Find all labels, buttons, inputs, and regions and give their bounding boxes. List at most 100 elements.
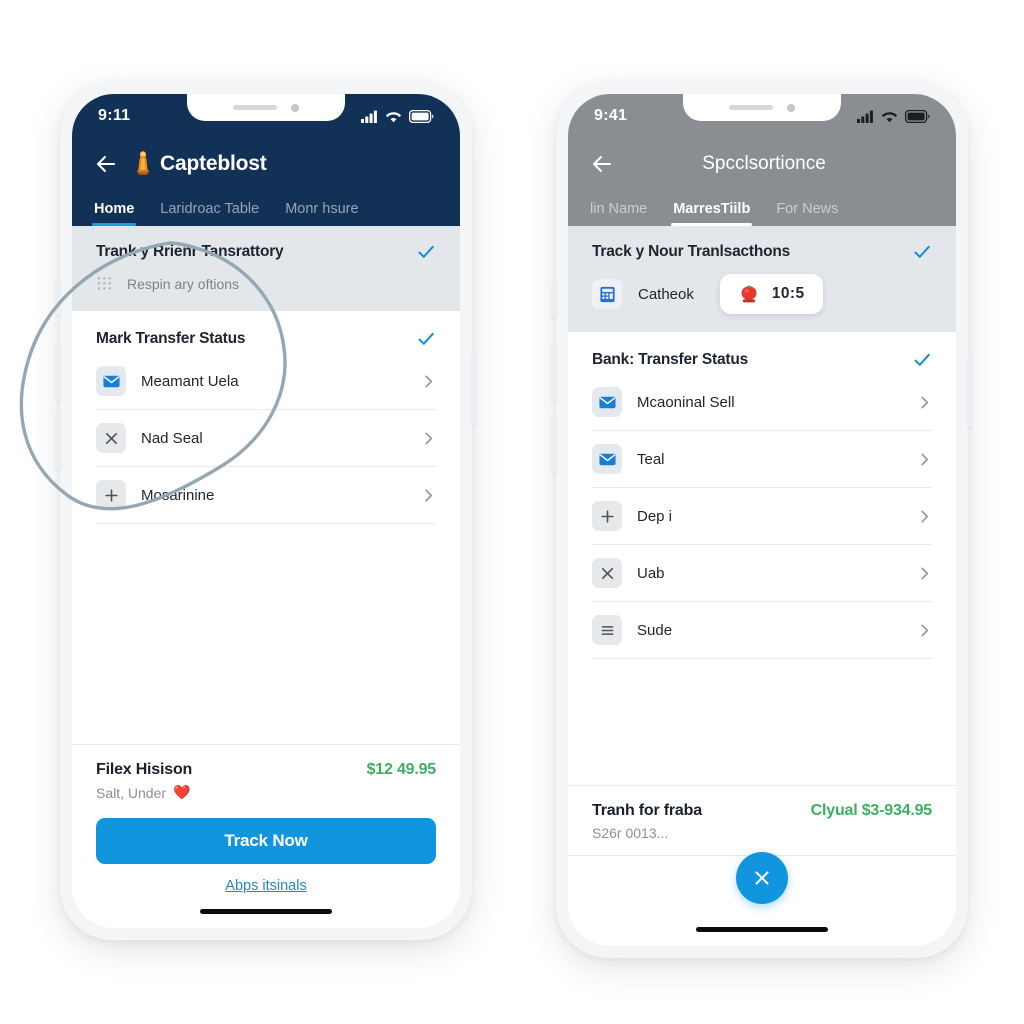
phone-mockup-right: 9:41 Spcclsortionce lin Name MarresTiilb… — [551, 82, 973, 958]
status-icons — [361, 109, 434, 123]
wifi-icon — [385, 111, 402, 122]
list-section-right: Bank: Transfer Status Mcaoninal Sell Tea… — [568, 332, 956, 785]
list-item-label: Dep i — [637, 507, 673, 525]
phone-right-power-button[interactable] — [967, 354, 973, 428]
chevron-right-icon — [921, 567, 929, 579]
close-x-icon — [755, 871, 769, 885]
list-item-label: Uab — [637, 564, 665, 582]
list-header-left: Mark Transfer Status — [96, 329, 436, 349]
list-item[interactable]: Dep i — [592, 488, 932, 545]
back-arrow-icon[interactable] — [94, 152, 118, 176]
list-title: Bank: Transfer Status — [592, 351, 749, 368]
plus-icon — [96, 480, 126, 510]
highlight-title: Trank y Rrienr Tansrattory — [96, 243, 284, 260]
home-indicator-left[interactable] — [72, 894, 460, 928]
footer-name: Filex Hisison — [96, 761, 193, 778]
footer-right: Tranh for fraba Clyual $3-934.95 S26r 00… — [568, 785, 956, 855]
highlight-subrow[interactable]: Respin ary oftions — [96, 275, 436, 293]
battery-icon — [409, 109, 434, 123]
back-arrow-icon[interactable] — [590, 152, 614, 176]
highlight-title: Track y Nour Tranlsacthons — [592, 243, 791, 260]
check-icon — [914, 245, 930, 258]
statue-logo-icon — [137, 151, 149, 175]
home-indicator-right[interactable] — [568, 912, 956, 946]
phone-right-screen: 9:41 Spcclsortionce lin Name MarresTiilb… — [568, 94, 956, 946]
tomato-timer-icon — [741, 285, 757, 303]
page-title: Spcclsortionce — [702, 153, 826, 174]
timer-value: 10:5 — [771, 285, 805, 302]
status-bar-left: 9:11 — [72, 94, 460, 138]
list-item[interactable]: Teal — [592, 431, 932, 488]
phone-right-volume-down-button[interactable] — [551, 414, 557, 472]
tab-for-news[interactable]: For News — [776, 201, 838, 226]
fab-container — [568, 852, 956, 912]
tab-laridroac-table[interactable]: Laridroac Table — [160, 201, 259, 226]
wifi-icon — [881, 111, 898, 122]
track-now-button[interactable]: Track Now — [96, 818, 436, 864]
tab-lin-name[interactable]: lin Name — [590, 201, 647, 226]
chevron-right-icon — [921, 624, 929, 636]
phone-left-volume-up-button[interactable] — [55, 342, 61, 400]
tab-bar-left: Home Laridroac Table Monr hsure — [72, 186, 460, 226]
mail-icon — [96, 366, 126, 396]
list-item-label: Mcaoninal Sell — [637, 393, 735, 411]
list-item[interactable]: Sude — [592, 602, 932, 659]
tab-marres-tiilb[interactable]: MarresTiilb — [671, 201, 753, 226]
highlight-sub-label: Respin ary oftions — [127, 276, 240, 292]
highlight-section-right: Track y Nour Tranlsacthons Catheok 10:5 — [568, 226, 956, 332]
tab-home[interactable]: Home — [91, 201, 137, 226]
app-bar-left: Capteblost — [72, 138, 460, 186]
timer-pill[interactable]: 10:5 — [719, 274, 823, 314]
chevron-right-icon — [425, 432, 433, 444]
phone-left-screen: 9:11 Capteblost Home Laridroac Table Mon… — [72, 94, 460, 928]
status-icons — [857, 109, 930, 123]
list-item[interactable]: Mcaoninal Sell — [592, 374, 932, 431]
speaker-grille — [233, 105, 277, 110]
phone-left-mute-button[interactable] — [55, 282, 61, 316]
status-clock: 9:41 — [594, 107, 628, 124]
list-item[interactable]: Uab — [592, 545, 932, 602]
cellular-signal-icon — [857, 110, 873, 123]
app-bar-right: Spcclsortionce — [568, 138, 956, 186]
close-fab-button[interactable] — [736, 852, 788, 904]
battery-icon — [905, 109, 930, 123]
list-item-label: Teal — [637, 450, 665, 468]
check-icon — [418, 332, 434, 345]
footer-sub-label: Salt, Under — [96, 784, 167, 801]
list-item-label: Sude — [637, 621, 673, 639]
front-camera-icon — [291, 103, 299, 112]
chevron-right-icon — [921, 510, 929, 522]
phone-right-volume-up-button[interactable] — [551, 344, 557, 402]
grid-dots-icon — [97, 277, 112, 290]
list-item[interactable]: Mosarinine — [96, 467, 436, 524]
speaker-grille — [729, 105, 773, 110]
footer-headline: Filex Hisison $12 49.95 — [96, 761, 436, 779]
status-bar-right: 9:41 — [568, 94, 956, 138]
chevron-right-icon — [921, 396, 929, 408]
heart-icon: ❤️ — [173, 784, 191, 800]
close-x-icon — [96, 423, 126, 453]
menu-lines-icon — [592, 615, 622, 645]
highlight-card-row[interactable]: Catheok 10:5 — [592, 274, 932, 314]
footer-price: Clyual $3-934.95 — [810, 802, 933, 819]
list-header-right: Bank: Transfer Status — [592, 350, 932, 370]
close-x-icon — [592, 558, 622, 588]
tab-bar-right: lin Name MarresTiilb For News — [568, 186, 956, 226]
apps-itsinals-link[interactable]: Abps itsinals — [96, 878, 436, 894]
list-item[interactable]: Nad Seal — [96, 410, 436, 467]
calculator-icon — [592, 279, 622, 309]
phone-left-power-button[interactable] — [471, 352, 477, 426]
footer-sub-label: S26r 0013... — [592, 825, 669, 841]
tab-monr-hsure[interactable]: Monr hsure — [285, 201, 358, 226]
footer-subtitle: Salt, Under ❤️ — [96, 784, 436, 801]
plus-icon — [592, 501, 622, 531]
phone-right-mute-button[interactable] — [551, 284, 557, 318]
phone-mockup-left: 9:11 Capteblost Home Laridroac Table Mon… — [55, 82, 477, 940]
chevron-right-icon — [425, 375, 433, 387]
list-section-left: Mark Transfer Status Meamant Uela Nad Se… — [72, 311, 460, 744]
brand-title: Capteblost — [160, 152, 267, 175]
phone-left-volume-down-button[interactable] — [55, 412, 61, 470]
list-item[interactable]: Meamant Uela — [96, 353, 436, 410]
highlight-header: Track y Nour Tranlsacthons — [592, 242, 932, 262]
footer-headline: Tranh for fraba Clyual $3-934.95 — [592, 802, 932, 820]
